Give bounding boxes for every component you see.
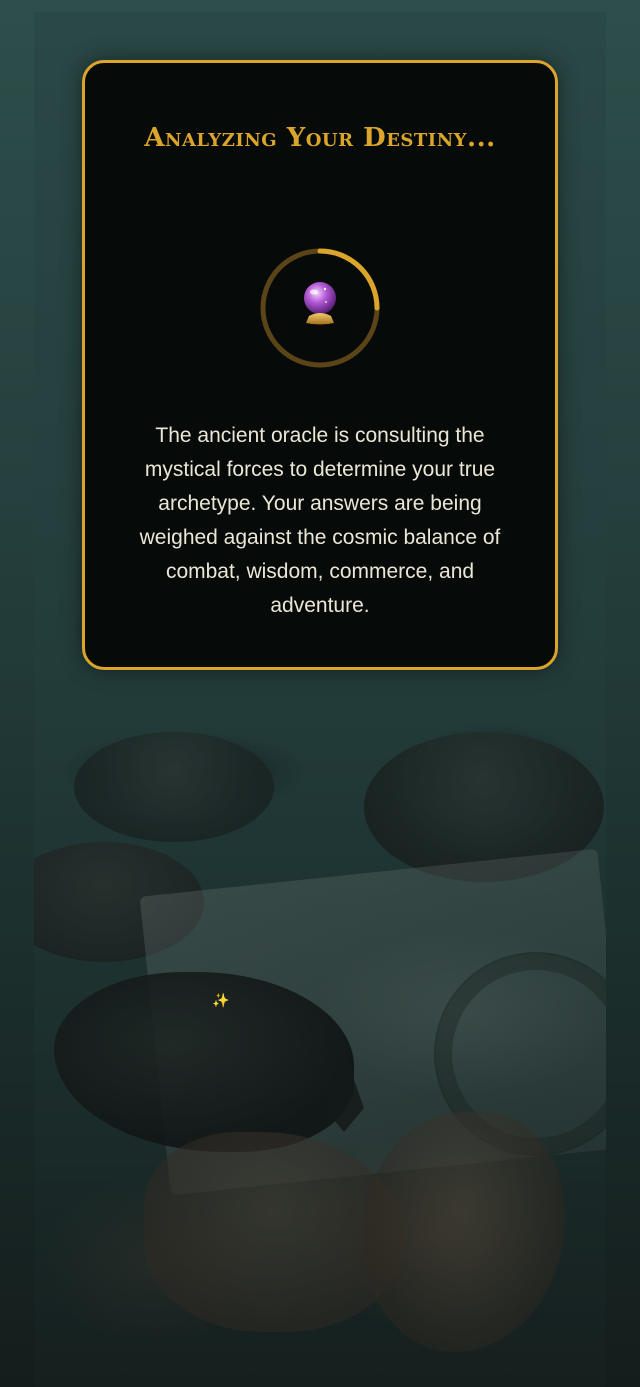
- background-bowl: [74, 732, 274, 842]
- background-cloth: [364, 1112, 564, 1352]
- page: ✨ Analyzing Your Destiny... The ancient …: [0, 0, 640, 1387]
- sparkle-icon: ✨: [212, 993, 230, 1009]
- loading-card: Analyzing Your Destiny... The ancient or…: [82, 60, 558, 670]
- loading-title: Analyzing Your Destiny...: [144, 123, 496, 153]
- loading-spinner: [260, 248, 380, 368]
- loading-description: The ancient oracle is consulting the mys…: [139, 424, 501, 617]
- crystal-ball-icon: [304, 282, 336, 325]
